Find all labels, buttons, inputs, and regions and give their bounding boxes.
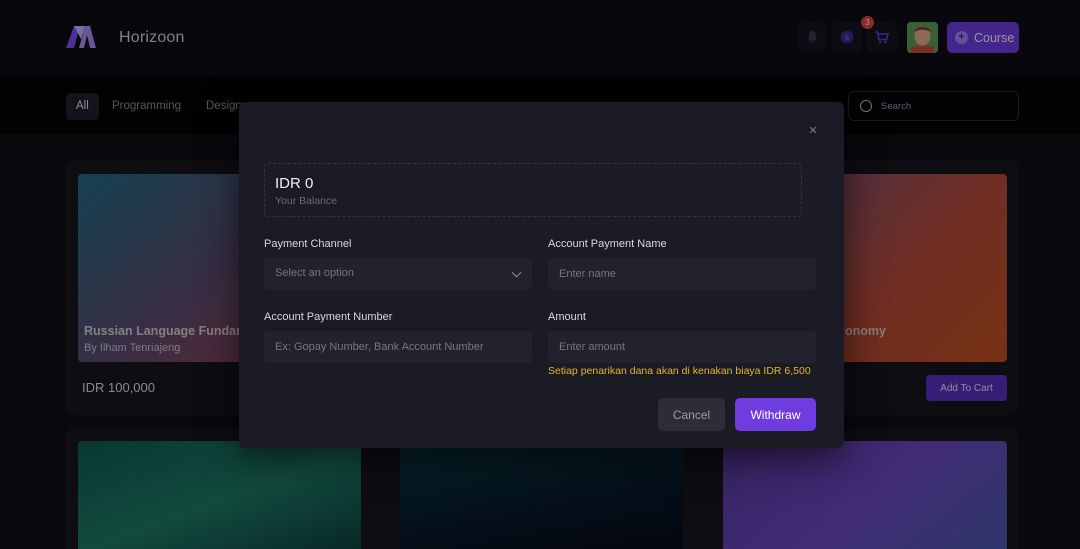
account-number-field[interactable]: [264, 331, 532, 363]
withdraw-button[interactable]: Withdraw: [735, 398, 816, 431]
fee-note: Setiap penarikan dana akan di kenakan bi…: [548, 365, 811, 377]
balance-label: Your Balance: [275, 195, 338, 207]
amount-field[interactable]: [548, 331, 816, 363]
payment-channel-select[interactable]: Select an option: [264, 258, 532, 290]
account-name-input[interactable]: [548, 258, 816, 290]
account-number-label: Account Payment Number: [264, 311, 393, 323]
cancel-button[interactable]: Cancel: [658, 398, 725, 431]
account-name-label: Account Payment Name: [548, 238, 667, 250]
amount-input[interactable]: [548, 331, 816, 363]
payment-channel-label: Payment Channel: [264, 238, 352, 250]
account-name-field[interactable]: [548, 258, 816, 290]
chevron-down-icon: [511, 267, 522, 278]
balance-box: IDR 0 Your Balance: [264, 163, 802, 217]
balance-amount: IDR 0: [275, 175, 314, 192]
payment-channel-value: Select an option: [275, 267, 354, 279]
amount-label: Amount: [548, 311, 586, 323]
account-number-input[interactable]: [264, 331, 532, 363]
close-icon[interactable]: ✕: [806, 124, 820, 138]
